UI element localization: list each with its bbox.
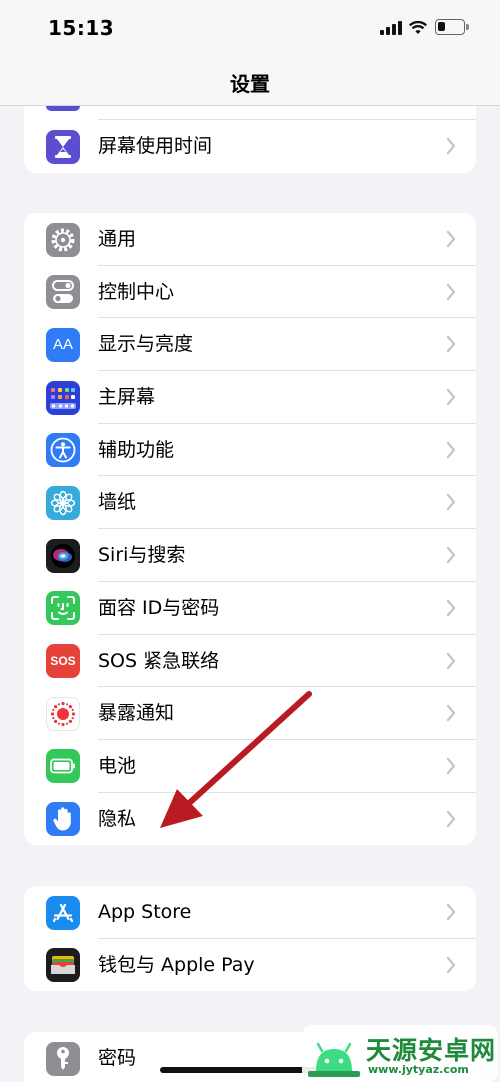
toggle-icon bbox=[46, 275, 80, 310]
settings-row-wallpaper[interactable]: 墙纸 bbox=[24, 476, 476, 530]
chevron-right-icon bbox=[446, 547, 456, 564]
wallet-icon bbox=[46, 948, 80, 983]
settings-row-app-store[interactable]: App Store bbox=[24, 886, 476, 939]
settings-row-label: 电池 bbox=[98, 754, 137, 777]
chevron-right-icon bbox=[446, 494, 456, 511]
app-store-icon bbox=[46, 895, 80, 930]
android-logo-icon bbox=[308, 1042, 360, 1077]
gear-icon bbox=[46, 222, 80, 257]
key-icon bbox=[46, 1041, 80, 1076]
settings-row-label: App Store bbox=[98, 901, 192, 923]
settings-row-label: 隐私 bbox=[98, 807, 137, 830]
chevron-right-icon bbox=[446, 283, 456, 300]
chevron-right-icon bbox=[446, 388, 456, 406]
flower-icon bbox=[46, 485, 80, 520]
status-bar: 15:13 bbox=[0, 0, 500, 58]
home-grid-icon bbox=[46, 380, 80, 415]
settings-row-wallet-apple-pay[interactable]: 钱包与 Apple Pay bbox=[24, 939, 476, 992]
settings-row-label: 暴露通知 bbox=[98, 702, 175, 725]
settings-row-label: 钱包与 Apple Pay bbox=[98, 953, 255, 976]
settings-row-label: 密码 bbox=[98, 1047, 137, 1069]
settings-row-label: 墙纸 bbox=[98, 491, 137, 514]
chevron-right-icon bbox=[446, 230, 456, 248]
settings-row-label: 屏幕使用时间 bbox=[98, 135, 213, 157]
text-size-icon: AA bbox=[46, 327, 80, 362]
peek-icon bbox=[46, 106, 80, 111]
settings-row-screen-time[interactable]: 屏幕使用时间 bbox=[24, 120, 476, 173]
accessibility-icon bbox=[46, 433, 80, 468]
watermark-title: 天源安卓网 bbox=[366, 1036, 497, 1065]
chevron-right-icon bbox=[446, 705, 456, 722]
battery-icon bbox=[46, 749, 80, 784]
previous-row-peek bbox=[24, 106, 476, 120]
chevron-right-icon bbox=[446, 137, 456, 155]
hand-icon bbox=[46, 802, 80, 837]
settings-row-label: 面容 ID与密码 bbox=[98, 596, 220, 619]
chevron-right-icon bbox=[446, 652, 456, 669]
settings-row-accessibility[interactable]: 辅助功能 bbox=[24, 424, 476, 477]
settings-group-screen-time: 屏幕使用时间 bbox=[24, 120, 476, 173]
cellular-signal-icon bbox=[380, 21, 402, 35]
settings-row-face-id-passcode[interactable]: 面容 ID与密码 bbox=[24, 582, 476, 635]
battery-status-icon bbox=[435, 19, 469, 35]
settings-group-store-wallet: App Store 钱包与 Apple Pay bbox=[24, 886, 476, 992]
siri-icon bbox=[46, 538, 80, 573]
settings-row-label: SOS 紧急联络 bbox=[98, 649, 220, 672]
settings-row-emergency-sos[interactable]: SOS SOS 紧急联络 bbox=[24, 635, 476, 688]
chevron-right-icon bbox=[446, 336, 456, 353]
chevron-right-icon bbox=[446, 757, 456, 774]
face-id-icon bbox=[46, 591, 80, 626]
chevron-right-icon bbox=[446, 441, 456, 458]
chevron-right-icon bbox=[446, 599, 456, 616]
settings-row-home-screen[interactable]: 主屏幕 bbox=[24, 371, 476, 424]
settings-row-label: 通用 bbox=[98, 228, 137, 250]
navigation-bar: 设置 bbox=[0, 58, 500, 106]
settings-row-privacy[interactable]: 隐私 bbox=[24, 793, 476, 846]
settings-row-label: 显示与亮度 bbox=[98, 333, 194, 356]
hourglass-icon bbox=[46, 129, 80, 164]
watermark: 天源安卓网 www.jytyaz.com bbox=[302, 1025, 498, 1082]
wifi-icon bbox=[408, 20, 428, 34]
status-time: 15:13 bbox=[48, 16, 115, 40]
page-title: 设置 bbox=[230, 72, 270, 96]
settings-row-exposure-notifications[interactable]: 暴露通知 bbox=[24, 687, 476, 740]
settings-row-control-center[interactable]: 控制中心 bbox=[24, 266, 476, 319]
settings-row-label: 主屏幕 bbox=[98, 386, 156, 409]
exposure-icon bbox=[46, 696, 80, 731]
settings-group-system: 通用 控制中心 AA 显示与亮度 主屏幕 辅助功能 墙纸 Siri与搜索 面容 … bbox=[24, 213, 476, 846]
settings-row-label: 辅助功能 bbox=[98, 438, 175, 461]
watermark-url: www.jytyaz.com bbox=[368, 1063, 469, 1076]
chevron-right-icon bbox=[446, 903, 456, 921]
settings-row-display-brightness[interactable]: AA 显示与亮度 bbox=[24, 318, 476, 372]
chevron-right-icon bbox=[446, 810, 456, 827]
settings-row-general[interactable]: 通用 bbox=[24, 213, 476, 266]
settings-row-label: Siri与搜索 bbox=[98, 544, 186, 567]
settings-row-label: 控制中心 bbox=[98, 280, 175, 303]
chevron-right-icon bbox=[446, 956, 456, 973]
settings-row-battery[interactable]: 电池 bbox=[24, 740, 476, 793]
settings-row-siri-search[interactable]: Siri与搜索 bbox=[24, 529, 476, 582]
sos-icon: SOS bbox=[46, 644, 80, 678]
